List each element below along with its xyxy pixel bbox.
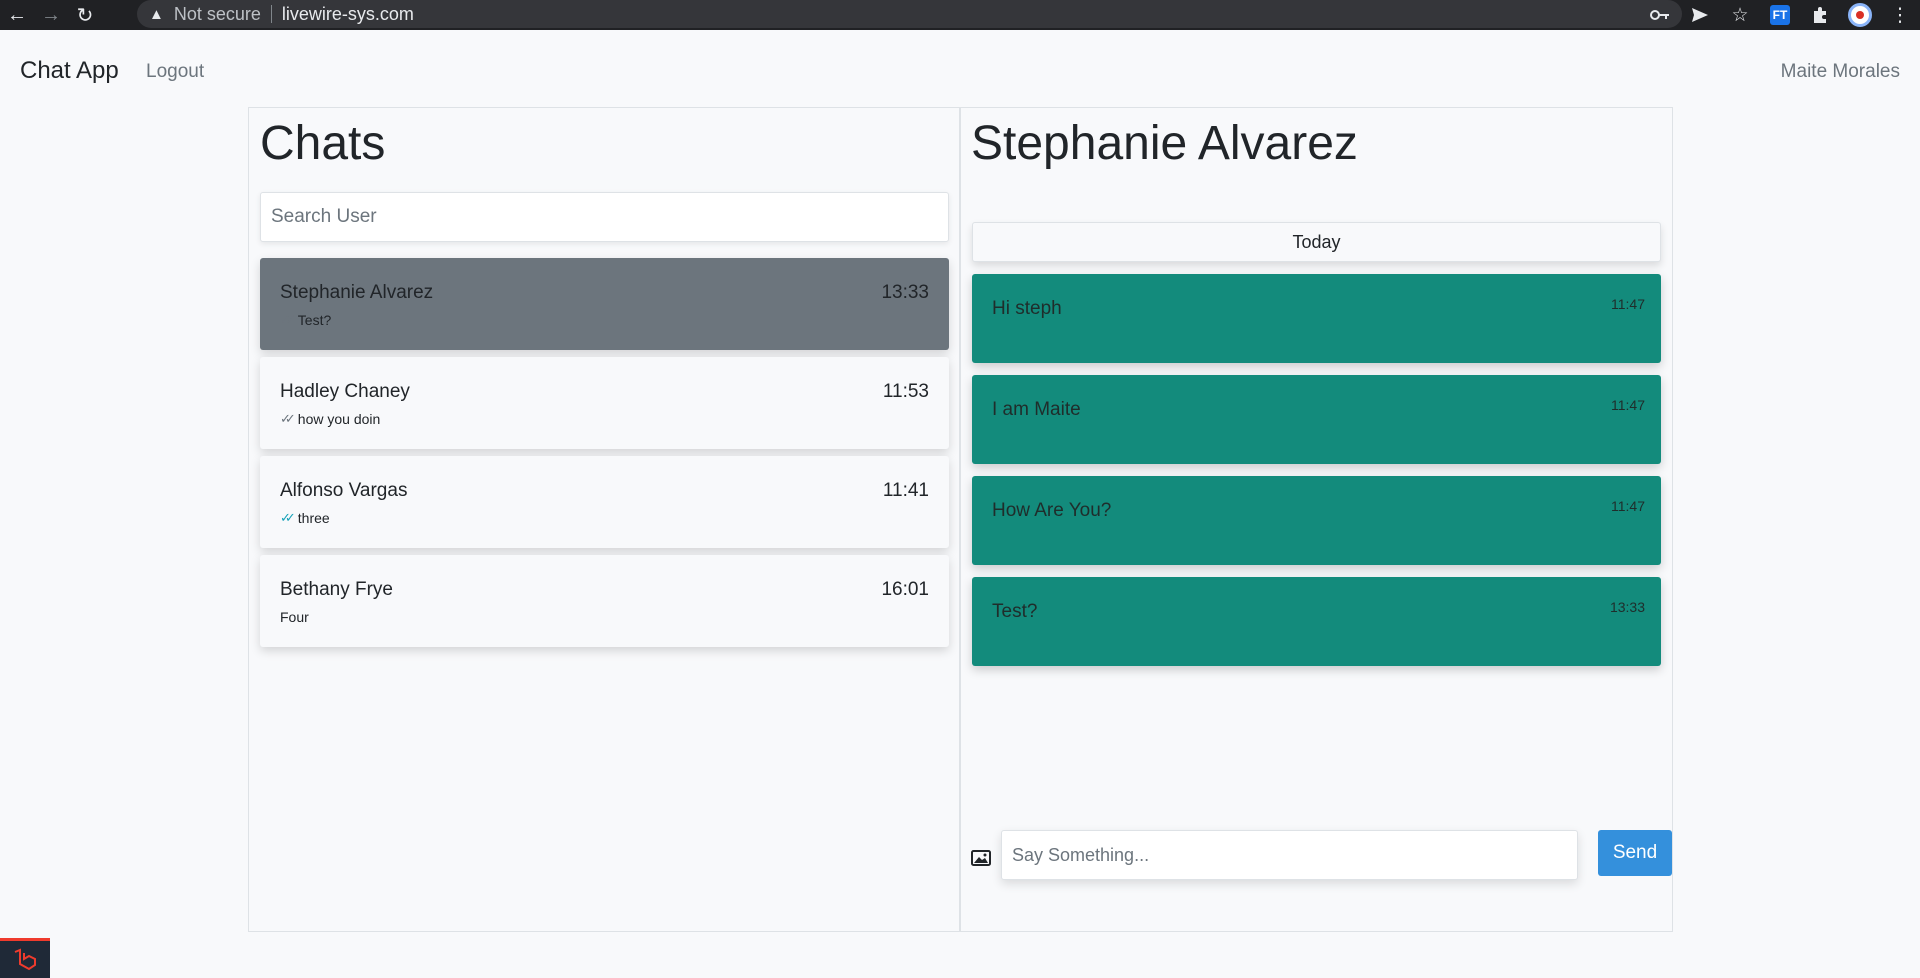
browser-actions: ☆ FT ⋮: [1640, 0, 1920, 30]
message-time: 11:47: [1611, 296, 1645, 312]
message-text: Test?: [992, 601, 1038, 622]
chat-time: 16:01: [881, 579, 929, 600]
chat-last-message: Test?: [297, 312, 332, 328]
message-text: Hi steph: [992, 298, 1062, 319]
extension-ft-label: FT: [1770, 5, 1790, 25]
extensions-puzzle-icon[interactable]: [1800, 0, 1840, 30]
reload-icon[interactable]: ↻: [68, 0, 102, 30]
chat-item-stephanie-alvarez[interactable]: Stephanie Alvarez 13:33 ✓✓ Test?: [260, 258, 949, 350]
current-user[interactable]: Maite Morales: [1781, 61, 1900, 83]
chat-last-message: how you doin: [297, 411, 381, 427]
security-label: Not secure: [173, 3, 261, 24]
conversation-heading: Stephanie Alvarez: [971, 117, 1358, 170]
chat-contact-name: Stephanie Alvarez: [280, 282, 434, 303]
message-bubble: Hi steph 11:47: [972, 274, 1661, 363]
message-time: 11:47: [1611, 397, 1645, 413]
message-composer: Send: [971, 830, 1672, 880]
message-text: How Are You?: [992, 500, 1112, 521]
chat-time: 11:41: [882, 480, 929, 501]
chat-item-alfonso-vargas[interactable]: Alfonso Vargas 11:41 ✓✓ three: [260, 456, 949, 548]
chat-list: Stephanie Alvarez 13:33 ✓✓ Test? Hadley C…: [260, 258, 949, 654]
chat-contact-name: Hadley Chaney: [280, 381, 410, 402]
message-bubble: Test? 13:33: [972, 577, 1661, 666]
image-upload-icon[interactable]: [971, 850, 991, 866]
conversation-panel: Stephanie Alvarez Today Hi steph 11:47 I…: [960, 107, 1673, 932]
bookmark-star-icon[interactable]: ☆: [1720, 0, 1760, 30]
chat-contact-name: Alfonso Vargas: [280, 480, 408, 501]
chat-time: 11:53: [882, 381, 929, 402]
search-user-input[interactable]: [260, 192, 949, 242]
logout-link[interactable]: Logout: [146, 61, 204, 83]
message-text: I am Maite: [992, 399, 1081, 420]
chat-last-message: Four: [280, 609, 309, 625]
browser-toolbar: ← → ↻ ▲ Not secure livewire-sys.com ☆ FT…: [0, 0, 1920, 30]
send-button[interactable]: Send: [1598, 830, 1672, 876]
chats-panel: Chats Stephanie Alvarez 13:33 ✓✓Test? Ha…: [248, 107, 960, 932]
message-bubble: I am Maite 11:47: [972, 375, 1661, 464]
chat-time: 13:33: [881, 282, 929, 303]
double-check-icon: ✓✓: [280, 411, 296, 426]
extension-ft-icon[interactable]: FT: [1760, 0, 1800, 30]
chat-contact-name: Bethany Frye: [280, 579, 393, 600]
double-check-read-icon: ✓✓: [280, 510, 296, 525]
chat-last-message: three: [297, 510, 330, 526]
address-separator: [270, 5, 272, 23]
profile-avatar-icon[interactable]: [1840, 0, 1880, 30]
message-bubble: How Are You? 11:47: [972, 476, 1661, 565]
chats-heading: Chats: [260, 117, 386, 170]
app-navbar: Chat App Logout Maite Morales: [0, 30, 1920, 110]
message-list: Hi steph 11:47 I am Maite 11:47 How Are …: [972, 274, 1661, 678]
menu-dots-icon[interactable]: ⋮: [1880, 0, 1920, 30]
message-time: 13:33: [1609, 599, 1645, 615]
double-check-icon: ✓✓: [280, 312, 296, 327]
key-icon[interactable]: [1640, 0, 1680, 30]
message-input[interactable]: [1001, 830, 1578, 880]
laravel-logo-icon[interactable]: [0, 938, 50, 978]
chat-item-bethany-frye[interactable]: Bethany Frye 16:01 Four: [260, 555, 949, 647]
address-bar[interactable]: ▲ Not secure livewire-sys.com: [137, 0, 1682, 28]
message-time: 11:47: [1611, 498, 1645, 514]
send-tab-icon[interactable]: [1680, 0, 1720, 30]
chat-item-hadley-chaney[interactable]: Hadley Chaney 11:53 ✓✓ how you doin: [260, 357, 949, 449]
url-text[interactable]: livewire-sys.com: [282, 4, 414, 25]
date-divider: Today: [972, 222, 1661, 262]
app-brand[interactable]: Chat App: [20, 57, 119, 85]
forward-icon[interactable]: →: [34, 0, 68, 30]
back-icon[interactable]: ←: [0, 0, 34, 30]
warning-icon: ▲: [149, 5, 164, 23]
